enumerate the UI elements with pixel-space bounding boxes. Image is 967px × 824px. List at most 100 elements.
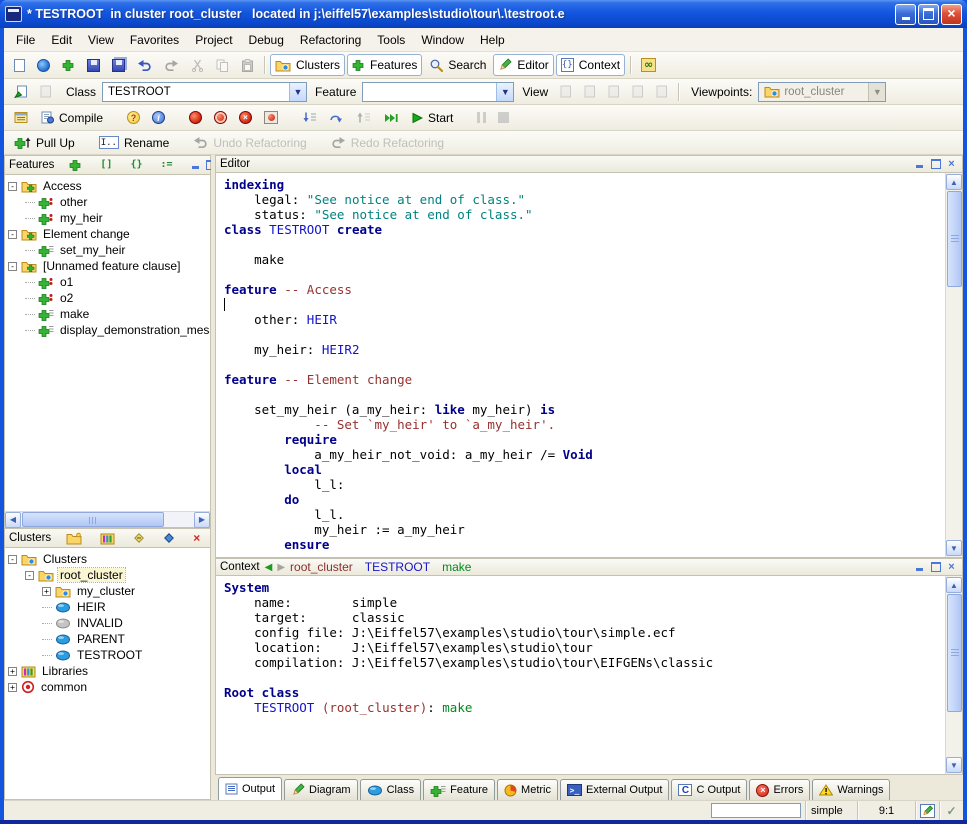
tab-output[interactable]: Output [218, 777, 282, 800]
tree-row[interactable]: -root_cluster [5, 567, 210, 583]
search-button[interactable]: Search [424, 54, 491, 76]
clusters-toggle-button[interactable]: Clusters [270, 54, 345, 76]
scroll-up-button[interactable]: ▲ [946, 577, 962, 593]
tree-row[interactable]: set_my_heir [5, 242, 210, 258]
view-flat-button[interactable] [603, 81, 625, 103]
add-class-button[interactable] [158, 527, 180, 549]
class-combo[interactable]: TESTROOT ▼ [102, 82, 307, 102]
braces-view-button[interactable]: {} [125, 154, 147, 176]
editor-toggle-button[interactable]: Editor [493, 54, 553, 76]
cut-button[interactable] [186, 54, 209, 76]
remove-breakpoints-button[interactable]: × [234, 107, 257, 129]
tab-c-output[interactable]: CC Output [671, 779, 747, 800]
breadcrumb-item[interactable]: root_cluster [290, 560, 353, 574]
breadcrumb-item[interactable]: TESTROOT [365, 560, 430, 574]
expand-toggle[interactable]: + [8, 683, 17, 692]
editor-scrollbar[interactable]: ▲ ▼ [945, 173, 962, 557]
feature-combo[interactable]: ▼ [362, 82, 514, 102]
status-search-input[interactable] [711, 803, 801, 818]
melt-button[interactable]: ? [122, 107, 145, 129]
titlebar[interactable]: * TESTROOT in cluster root_cluster locat… [0, 0, 967, 28]
redo-button[interactable] [159, 54, 184, 76]
delete-button[interactable]: × [188, 527, 205, 549]
pull-up-button[interactable]: Pull Up [9, 132, 80, 154]
save-button[interactable] [82, 54, 105, 76]
paste-button[interactable] [236, 54, 259, 76]
scroll-down-button[interactable]: ▼ [946, 757, 962, 773]
tab-external-output[interactable]: >_External Output [560, 779, 669, 800]
expand-toggle[interactable]: - [8, 555, 17, 564]
history-back-button[interactable]: ◀ [265, 562, 273, 573]
features-horizontal-scrollbar[interactable]: ◀ ▶ [4, 511, 211, 528]
expand-toggle[interactable]: - [8, 230, 17, 239]
tab-errors[interactable]: ×Errors [749, 779, 810, 800]
view-contracts-button[interactable] [627, 81, 649, 103]
save-all-button[interactable] [107, 54, 130, 76]
scroll-thumb[interactable] [947, 191, 962, 287]
menu-window[interactable]: Window [413, 30, 472, 50]
stop-button[interactable] [493, 107, 514, 129]
compile-button[interactable]: Compile [35, 107, 108, 129]
chevron-down-icon[interactable]: ▼ [496, 83, 513, 101]
expand-toggle[interactable]: + [8, 667, 17, 676]
menu-edit[interactable]: Edit [43, 30, 80, 50]
context-toggle-button[interactable]: {}Context [556, 54, 625, 76]
editor-panel-header[interactable]: Editor [215, 155, 963, 173]
signature-view-button[interactable]: [] [95, 154, 117, 176]
tab-feature[interactable]: Feature [423, 779, 495, 800]
external-commands-button[interactable]: ∞ [636, 54, 661, 76]
expand-toggle[interactable]: - [8, 182, 17, 191]
menu-debug[interactable]: Debug [241, 30, 292, 50]
new-cluster-button[interactable] [61, 527, 87, 549]
send-to-new-window-button[interactable] [9, 81, 33, 103]
disable-breakpoints-button[interactable] [209, 107, 232, 129]
tree-row[interactable]: PARENT [5, 631, 210, 647]
panel-minimize-button[interactable] [913, 561, 926, 573]
tree-row[interactable]: +common [5, 679, 210, 695]
expand-toggle[interactable]: - [25, 571, 34, 580]
tree-row[interactable]: +Libraries [5, 663, 210, 679]
context-panel-header[interactable]: Context ◀ ▶ root_clusterTESTROOTmake [215, 558, 963, 576]
undo-button[interactable] [132, 54, 157, 76]
tree-row[interactable]: -[Unnamed feature clause] [5, 258, 210, 274]
run-ignoring-breakpoints-button[interactable] [378, 107, 404, 129]
tab-metric[interactable]: Metric [497, 779, 558, 800]
system-properties-button[interactable] [9, 107, 33, 129]
tab-warnings[interactable]: Warnings [812, 779, 890, 800]
redo-refactoring-button[interactable]: Redo Refactoring [326, 132, 449, 154]
clusters-panel-header[interactable]: Clusters × [4, 528, 211, 548]
tree-row[interactable]: make [5, 306, 210, 322]
assigner-view-button[interactable]: := [155, 154, 177, 176]
context-scrollbar[interactable]: ▲ ▼ [945, 576, 962, 774]
menu-project[interactable]: Project [187, 30, 240, 50]
start-button[interactable]: Start [406, 107, 458, 129]
editable-mode-indicator[interactable] [915, 801, 939, 820]
tree-row[interactable]: -Clusters [5, 551, 210, 567]
expand-toggle[interactable]: - [8, 262, 17, 271]
tree-row[interactable]: INVALID [5, 615, 210, 631]
step-over-button[interactable] [324, 107, 349, 129]
system-info-button[interactable]: i [147, 107, 170, 129]
tree-row[interactable]: display_demonstration_messa [5, 322, 210, 338]
rename-button[interactable]: I..Rename [94, 132, 175, 154]
class-page-button[interactable] [35, 81, 57, 103]
remove-item-button[interactable] [128, 527, 150, 549]
menu-view[interactable]: View [80, 30, 122, 50]
scroll-thumb[interactable] [947, 594, 962, 712]
menu-help[interactable]: Help [472, 30, 513, 50]
viewpoints-combo[interactable]: root_cluster ▼ [758, 82, 886, 102]
scroll-right-button[interactable]: ▶ [194, 512, 210, 528]
new-document-button[interactable] [9, 54, 30, 76]
panel-minimize-button[interactable] [913, 158, 926, 170]
tree-row[interactable]: TESTROOT [5, 647, 210, 663]
view-text-button[interactable] [555, 81, 577, 103]
menu-tools[interactable]: Tools [369, 30, 413, 50]
tree-row[interactable]: -Element change [5, 226, 210, 242]
tree-row[interactable]: +my_cluster [5, 583, 210, 599]
tree-row[interactable]: HEIR [5, 599, 210, 615]
chevron-down-icon[interactable]: ▼ [289, 83, 306, 101]
ignore-breakpoints-button[interactable] [259, 107, 283, 129]
step-out-button[interactable] [351, 107, 376, 129]
tree-row[interactable]: o1 [5, 274, 210, 290]
add-feature-button[interactable] [64, 154, 87, 176]
